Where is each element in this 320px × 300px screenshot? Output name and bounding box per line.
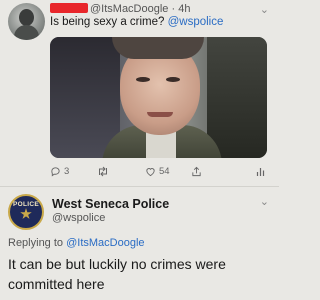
reply-tweet[interactable]: POLICE West Seneca Police @wspolice ⌄ Re…: [0, 188, 279, 300]
like-count: 54: [159, 166, 170, 177]
reply-author-name[interactable]: West Seneca Police: [52, 197, 169, 211]
reply-action[interactable]: 3: [50, 166, 69, 177]
chevron-down-icon[interactable]: ⌄: [260, 3, 269, 16]
reply-author-handle[interactable]: @wspolice: [52, 212, 105, 224]
replying-mention[interactable]: @ItsMacDoogle: [66, 237, 144, 249]
reply-icon: [51, 167, 60, 177]
tweet-mention[interactable]: @wspolice: [168, 16, 224, 28]
replying-prefix: Replying to: [8, 237, 67, 249]
retweet-icon: [99, 166, 107, 177]
redacted-name: [50, 3, 88, 13]
avatar-head: [19, 9, 34, 26]
tweet-header: @ItsMacDoogle · 4h: [50, 3, 190, 15]
share-action[interactable]: [191, 166, 202, 177]
tweet-divider: [0, 186, 279, 187]
photo-hair: [112, 37, 204, 59]
photo-eye-right: [166, 77, 180, 82]
like-action[interactable]: 54: [145, 166, 170, 177]
avatar-body: [14, 25, 39, 40]
tweet-time[interactable]: 4h: [178, 3, 190, 15]
analytics-icon: [256, 168, 265, 176]
share-icon: [192, 166, 201, 177]
retweet-action[interactable]: [97, 166, 109, 177]
reply-text: It can be but luckily no crimes were com…: [8, 256, 226, 292]
badge-logo-text: POLICE: [13, 201, 39, 208]
tweet-actions: 3 54: [50, 166, 267, 180]
reply-count: 3: [64, 166, 70, 177]
tweet-text-prefix: Is being sexy a crime?: [50, 16, 168, 28]
badge-star-icon: [20, 208, 32, 219]
original-tweet[interactable]: @ItsMacDoogle · 4h ⌄ Is being sexy a cri…: [0, 0, 279, 180]
replying-to: Replying to @ItsMacDoogle: [8, 237, 145, 249]
police-badge-avatar[interactable]: POLICE: [8, 194, 44, 230]
tweet-photo[interactable]: [50, 37, 267, 158]
photo-background-right: [207, 37, 267, 158]
like-icon: [146, 168, 155, 177]
header-separator: ·: [171, 3, 176, 15]
analytics-action[interactable]: [256, 166, 265, 177]
photo-mouth: [147, 112, 173, 117]
photo-eye-left: [136, 77, 150, 82]
user-avatar[interactable]: [8, 3, 45, 40]
chevron-down-icon[interactable]: ⌄: [260, 195, 269, 208]
tweet-handle[interactable]: @ItsMacDoogle: [90, 3, 168, 15]
tweet-text: Is being sexy a crime? @wspolice: [50, 16, 223, 28]
